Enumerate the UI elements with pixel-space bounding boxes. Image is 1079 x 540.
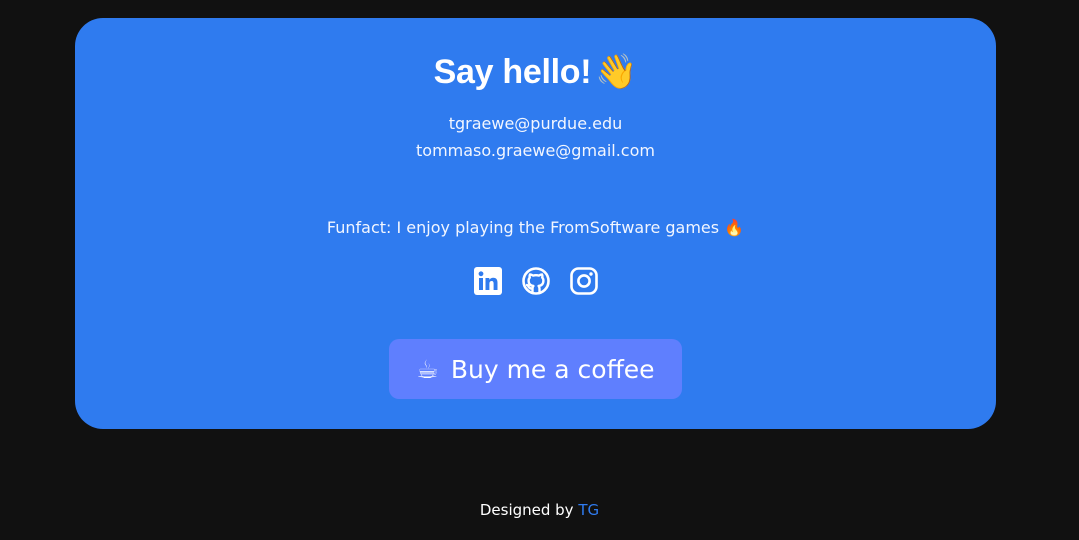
social-links xyxy=(75,266,996,296)
title-text: Say hello! xyxy=(433,53,592,91)
contact-title: Say hello! 👋 xyxy=(75,52,996,92)
github-icon[interactable] xyxy=(521,266,551,296)
funfact-label: Funfact: I enjoy playing the FromSoftwar… xyxy=(326,218,720,237)
footer-prefix: Designed by xyxy=(479,501,574,519)
funfact-text: Funfact: I enjoy playing the FromSoftwar… xyxy=(75,218,996,238)
footer-author-link[interactable]: TG xyxy=(578,501,599,519)
email-link-gmail[interactable]: tommaso.graewe@gmail.com xyxy=(75,141,996,161)
coffee-icon: ☕ xyxy=(416,354,439,384)
instagram-icon[interactable] xyxy=(569,266,599,296)
waving-hand-emoji: 👋 xyxy=(595,53,638,91)
footer: Designed by TG xyxy=(0,500,1079,520)
coffee-button-label: Buy me a coffee xyxy=(450,354,655,384)
email-link-purdue[interactable]: tgraewe@purdue.edu xyxy=(75,114,996,134)
fire-emoji: 🔥 xyxy=(724,218,745,237)
linkedin-icon[interactable] xyxy=(473,266,503,296)
buy-me-a-coffee-button[interactable]: ☕ Buy me a coffee xyxy=(389,339,682,399)
contact-card: Say hello! 👋 tgraewe@purdue.edu tommaso.g… xyxy=(75,18,996,429)
